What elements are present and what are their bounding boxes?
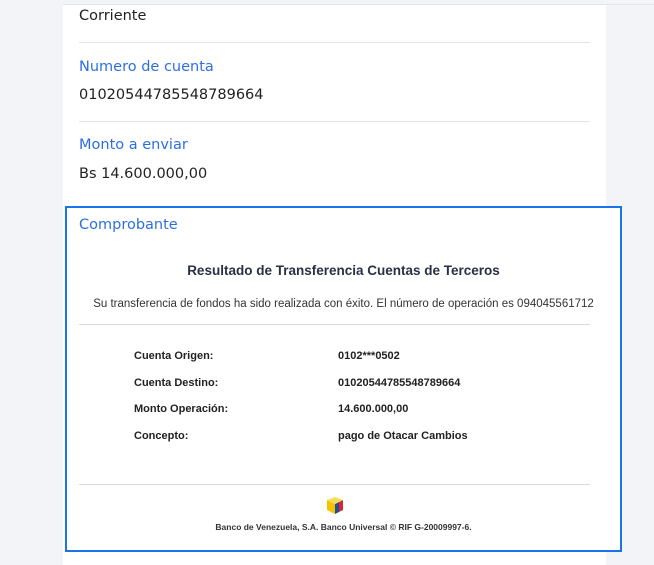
receipt-message: Su transferencia de fondos ha sido reali…: [93, 298, 594, 310]
receipt-panel[interactable]: Comprobante Resultado de Transferencia C…: [65, 206, 622, 552]
detail-value: 0102***0502: [338, 350, 400, 362]
receipt-title: Resultado de Transferencia Cuentas de Te…: [187, 263, 500, 278]
account-type-value: Corriente: [79, 8, 147, 24]
separator: [79, 324, 590, 325]
bank-footer: Banco de Venezuela, S.A. Banco Universal…: [215, 522, 472, 532]
detail-row-amount: Monto Operación: 14.600.000,00: [134, 403, 534, 419]
detail-value: 14.600.000,00: [338, 403, 409, 415]
bdv-logo-icon: [327, 497, 343, 514]
detail-value: pago de Otacar Cambios: [338, 430, 468, 442]
detail-row-destination: Cuenta Destino: 01020544785548789664: [134, 377, 534, 393]
separator: [79, 121, 590, 122]
amount-value: Bs 14.600.000,00: [79, 166, 208, 182]
detail-row-origin: Cuenta Origen: 0102***0502: [134, 350, 534, 366]
receipt-label: Comprobante: [79, 217, 178, 233]
separator: [79, 42, 590, 43]
detail-key: Cuenta Origen:: [134, 350, 214, 362]
detail-key: Cuenta Destino:: [134, 377, 219, 389]
separator: [79, 484, 590, 485]
detail-row-concept: Concepto: pago de Otacar Cambios: [134, 430, 534, 446]
account-number-label: Numero de cuenta: [79, 59, 214, 75]
amount-label: Monto a enviar: [79, 137, 188, 153]
account-number-value: 01020544785548789664: [79, 87, 264, 103]
detail-value: 01020544785548789664: [338, 377, 461, 389]
detail-key: Concepto:: [134, 430, 189, 442]
detail-key: Monto Operación:: [134, 403, 229, 415]
